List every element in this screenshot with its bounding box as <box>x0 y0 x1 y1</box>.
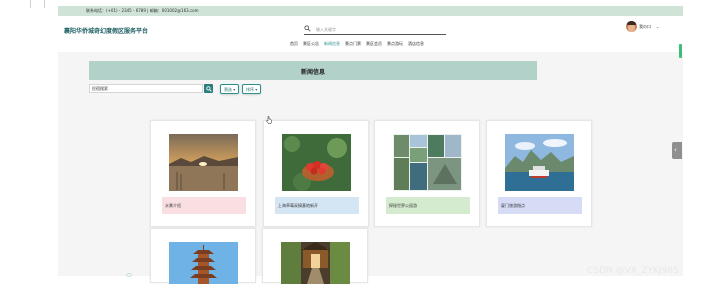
news-card-title[interactable]: 厦门旅游指点 <box>498 197 582 214</box>
sort-dropdown[interactable]: 排序 ▾ <box>242 84 262 94</box>
search-box <box>304 24 446 35</box>
nav-item-news[interactable]: 新闻信息 <box>324 41 340 48</box>
news-card[interactable] <box>262 228 368 284</box>
news-card-title[interactable]: 上海草莓采摘基地新开 <box>275 197 359 214</box>
avatar-face <box>628 24 635 32</box>
chevron-down-icon[interactable]: ⌄ <box>656 24 659 29</box>
contact-bar: 联系电话：(+01) - 2345 - 6789 | 邮箱：001002@163… <box>58 6 683 16</box>
mouse-cursor-icon <box>266 116 272 124</box>
nav-item-home[interactable]: 首页 <box>290 41 298 48</box>
news-card[interactable] <box>150 228 256 284</box>
section-title: 新闻信息 <box>300 69 325 76</box>
frame-divider <box>30 0 31 8</box>
contact-info: 联系电话：(+01) - 2345 - 6789 | 邮箱：001002@163… <box>86 8 199 13</box>
news-card[interactable]: 探秘世界公园游 <box>374 120 480 227</box>
filter-input[interactable] <box>89 84 203 93</box>
section-header: 新闻信息 <box>89 61 537 80</box>
browser-viewport: 联系电话：(+01) - 2345 - 6789 | 邮箱：001002@163… <box>0 0 724 284</box>
search-icon <box>206 86 212 92</box>
user-avatar-icon[interactable] <box>626 21 637 32</box>
nav-item-announcements[interactable]: 景区公告 <box>303 41 319 48</box>
frame-divider <box>44 0 45 8</box>
nav-item-hotels[interactable]: 酒店信息 <box>408 41 424 48</box>
site-title[interactable]: 襄阳华侨城奇幻度假区服务平台 <box>64 26 148 35</box>
news-thumbnail[interactable] <box>505 134 574 191</box>
nav-item-attractions[interactable]: 景点游玩 <box>387 41 403 48</box>
search-input[interactable] <box>316 25 436 33</box>
nav-item-tickets[interactable]: 景点门票 <box>345 41 361 48</box>
search-icon[interactable] <box>304 25 311 32</box>
main-nav: 首页 景区公告 新闻信息 景点门票 景区会员 景点游玩 酒店信息 <box>290 41 424 48</box>
news-thumbnail[interactable] <box>393 134 462 191</box>
news-card[interactable]: 上海草莓采摘基地新开 <box>263 120 369 227</box>
site-header: 襄阳华侨城奇幻度假区服务平台 我の口 ⌄ 首页 景区公告 新闻信息 <box>58 16 683 52</box>
filter-dropdown[interactable]: 筛选 ▾ <box>220 84 240 94</box>
leaf-decoration-icon <box>126 273 132 277</box>
avatar-hair <box>627 21 636 25</box>
news-card-title[interactable]: 探秘世界公园游 <box>386 197 470 214</box>
news-card[interactable]: 水景介绍 <box>150 120 256 227</box>
news-card[interactable]: 厦门旅游指点 <box>486 120 592 227</box>
news-thumbnail[interactable] <box>281 242 350 284</box>
side-panel-toggle[interactable]: ‹ <box>672 142 682 159</box>
news-thumbnail[interactable] <box>169 242 238 284</box>
news-card-title[interactable]: 水景介绍 <box>162 197 246 214</box>
filter-search-button[interactable] <box>204 84 213 93</box>
news-thumbnail[interactable] <box>169 134 238 191</box>
scroll-indicator[interactable] <box>679 44 682 58</box>
news-thumbnail[interactable] <box>282 134 351 191</box>
watermark: CSDN @VX_ZYKJ985 <box>587 266 679 276</box>
chevron-left-icon: ‹ <box>674 146 677 154</box>
user-name[interactable]: 我の口 <box>639 24 651 30</box>
nav-item-membership[interactable]: 景区会员 <box>366 41 382 48</box>
